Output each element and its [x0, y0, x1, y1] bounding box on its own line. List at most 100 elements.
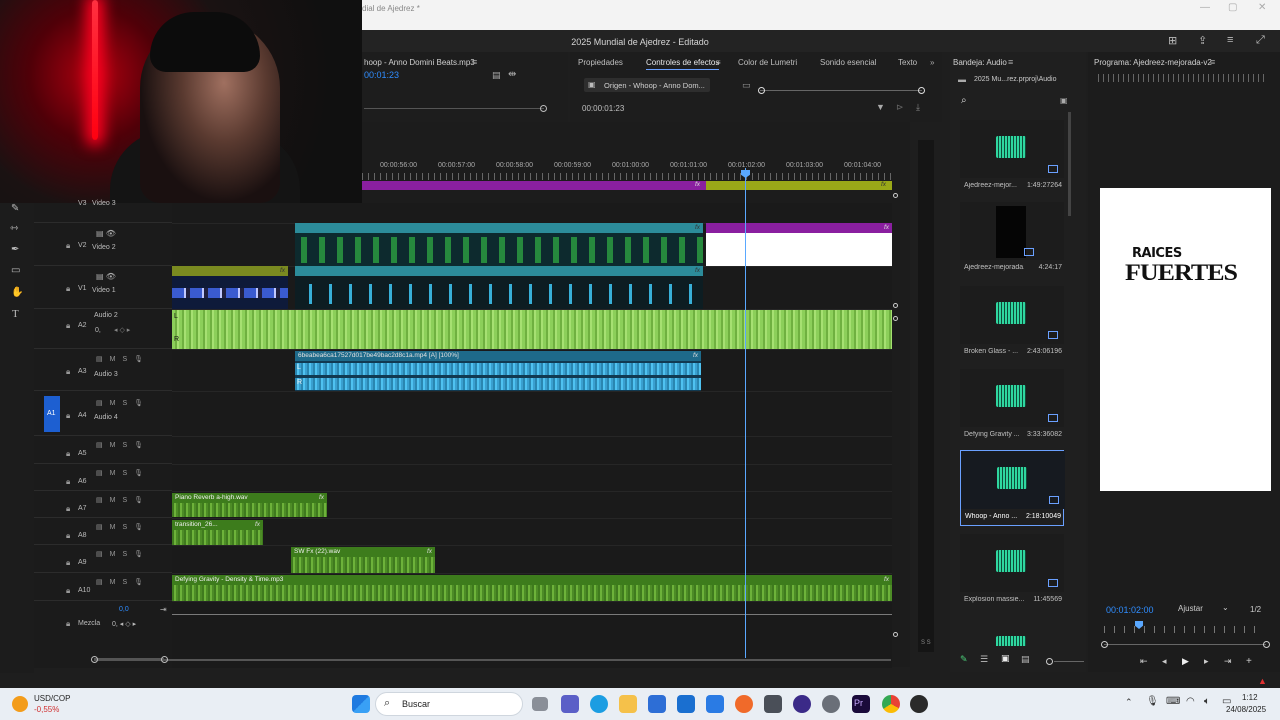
play-only-icon[interactable]: ⊳ — [896, 102, 904, 113]
toggle-icon[interactable]: ▭ — [742, 80, 751, 91]
program-scrub-ticks[interactable] — [1104, 626, 1264, 633]
track-header-a8[interactable]: 🔒︎ A8 ▤MS🎙︎ — [34, 518, 172, 545]
playhead[interactable] — [745, 168, 746, 658]
lock-icon[interactable]: 🔒︎ — [66, 477, 70, 487]
lock-icon[interactable]: 🔒︎ — [66, 504, 70, 514]
rectangle-tool-icon[interactable]: ▭ — [11, 265, 20, 276]
close-icon[interactable]: ✕ — [1258, 2, 1266, 13]
track-header-a7[interactable]: 🔒︎ A7 ▤MS🎙︎ — [34, 491, 172, 518]
zoom-slider-handle[interactable] — [1046, 658, 1053, 665]
razor-tool-icon[interactable]: ✎ — [11, 203, 19, 214]
fit-dropdown[interactable]: Ajustar ⌄ — [1174, 602, 1232, 614]
mute-solo-controls[interactable]: ▤MS🎙︎ — [96, 399, 150, 407]
file-explorer-icon[interactable] — [619, 695, 637, 713]
source-scrollbar[interactable] — [364, 108, 544, 109]
mix-volume[interactable]: 0,0 — [119, 606, 129, 613]
program-menu-icon[interactable]: ≡ — [1210, 57, 1215, 67]
track-volume[interactable]: 0, — [95, 327, 101, 334]
track-header-v2[interactable]: 🔒︎ V2 ▤ 👁︎ Video 2 — [34, 223, 172, 266]
warning-icon[interactable]: ▲ — [1258, 676, 1267, 686]
premiere-icon[interactable]: Pr — [852, 695, 870, 713]
add-button-icon[interactable]: + — [1246, 656, 1252, 667]
track-header-v3[interactable]: V3 Video 3 — [34, 200, 172, 223]
program-zoom-left[interactable] — [1101, 641, 1108, 648]
drag-icon[interactable]: ⇹ — [508, 69, 516, 80]
lock-icon[interactable]: 🔒︎ — [66, 284, 70, 294]
source-patch-a1[interactable]: A1 — [44, 396, 60, 432]
app-icon[interactable] — [793, 695, 811, 713]
insert-icon[interactable]: ▤ — [492, 70, 501, 81]
a9-audio-clip[interactable]: SW Fx (22).wav fx — [291, 547, 435, 573]
mute-solo-controls[interactable]: ▤MS🎙︎ — [96, 578, 150, 586]
mute-solo-controls[interactable]: ▤MS🎙︎ — [96, 496, 150, 504]
media-icon[interactable] — [764, 695, 782, 713]
a7-audio-clip[interactable]: Piano Reverb a-high.wav fx — [172, 493, 327, 517]
tab-sonido-esencial[interactable]: Sonido esencial — [820, 58, 876, 67]
timeline-scrollbar[interactable] — [94, 659, 891, 661]
clock-time[interactable]: 1:12 — [1242, 693, 1258, 702]
bin-item-selected[interactable]: Whoop - Anno ... 2:18:10049 — [960, 450, 1065, 526]
fullscreen-icon[interactable]: ⤢ — [1256, 34, 1265, 47]
freeform-view-icon[interactable]: ▤ — [1021, 654, 1030, 665]
more-tabs-icon[interactable]: » — [930, 58, 934, 67]
lock-icon[interactable]: 🔒︎ — [66, 367, 70, 377]
program-timecode[interactable]: 00:01:02:00 — [1106, 605, 1154, 615]
track-header-a3[interactable]: 🔒︎ A3 ▤MS🎙︎ Audio 3 — [34, 349, 172, 391]
work-area-bar[interactable]: fx — [362, 181, 706, 190]
search-icon[interactable]: ⌕ — [961, 95, 967, 106]
lock-icon[interactable]: 🔒︎ — [66, 321, 70, 331]
chevron-up-icon[interactable]: ⌃ — [1125, 697, 1133, 708]
step-back-icon[interactable]: ◂ — [1162, 656, 1167, 667]
timeline-scroll-handle-right[interactable] — [161, 656, 168, 663]
lock-icon[interactable]: 🔒︎ — [66, 449, 70, 459]
lock-icon[interactable]: 🔒︎ — [66, 558, 70, 568]
track-header-a5[interactable]: 🔒︎ A5 ▤MS🎙︎ — [34, 436, 172, 464]
track-header-v1[interactable]: 🔒︎ V1 ▤ 👁︎ Video 1 — [34, 266, 172, 309]
mute-solo-controls[interactable]: ▤MS🎙︎ — [96, 441, 150, 449]
vscroll-handle[interactable] — [893, 316, 898, 321]
workspace-icon[interactable]: ⊞ — [1168, 34, 1177, 47]
track-header-mix[interactable]: 0,0 ⇥ 🔒︎ Mezcla 0, ◂ ◇ ▸ — [34, 601, 172, 641]
firefox-icon[interactable] — [735, 695, 753, 713]
a3-audio-clip[interactable]: 6beabea6ca17527d017be49bac2d8c1a.mp4 [A]… — [295, 351, 701, 391]
tab-controles-efectos[interactable]: Controles de efectos — [646, 58, 720, 70]
v2-clip-title[interactable]: fx — [706, 223, 892, 266]
program-ruler[interactable] — [1098, 74, 1268, 82]
bin-menu-icon[interactable]: ≡ — [1008, 57, 1013, 67]
program-zoom-bar[interactable] — [1104, 644, 1266, 645]
bin-item-partial[interactable] — [960, 632, 1064, 646]
timeline-tracks[interactable]: fx fx fx fx L R 6beabea6ca17527d017be49b… — [91, 203, 892, 668]
a10-audio-clip[interactable]: Defying Gravity - Density & Time.mp3 fx — [172, 575, 892, 601]
mix-keyframe-nav-icon[interactable]: 0, ◂ ◇ ▸ — [112, 620, 136, 628]
vscroll-handle[interactable] — [893, 303, 898, 308]
a2-audio-clip[interactable]: L R — [172, 310, 892, 349]
step-forward-icon[interactable]: ▸ — [1204, 656, 1209, 667]
taskbar-search[interactable]: ⌕ Buscar — [375, 692, 523, 716]
volume-icon[interactable]: 🔈︎ — [1204, 696, 1210, 707]
vscroll-handle[interactable] — [893, 193, 898, 198]
text-tool-icon[interactable]: T — [12, 308, 19, 320]
teams-icon[interactable] — [561, 695, 579, 713]
lock-icon[interactable]: 🔒︎ — [66, 241, 70, 251]
resolution-select[interactable]: 1/2 — [1250, 605, 1261, 614]
bin-scrollbar[interactable] — [1068, 112, 1071, 216]
tab-menu-icon[interactable]: ≡ — [716, 58, 721, 67]
timeline-scroll-handle-left[interactable] — [91, 656, 98, 663]
lock-icon[interactable]: 🔒︎ — [66, 411, 70, 421]
list-view-icon[interactable]: ☰ — [980, 654, 988, 665]
a8-audio-clip[interactable]: transition_26... fx — [172, 520, 263, 545]
filter-icon[interactable]: ▼ — [876, 102, 885, 112]
mark-out-icon[interactable]: ⇥ — [1224, 656, 1232, 667]
minimize-icon[interactable]: — — [1200, 2, 1210, 13]
v1-clip-a[interactable]: fx — [172, 266, 288, 309]
todo-icon[interactable] — [706, 695, 724, 713]
settings-icon[interactable] — [822, 695, 840, 713]
ticker-name[interactable]: USD/COP — [34, 694, 70, 703]
zoom-slider[interactable] — [1054, 661, 1084, 662]
track-header-a2[interactable]: 🔒︎ A2 Audio 2 0, ◂ ◇ ▸ — [34, 309, 172, 349]
tab-color-lumetri[interactable]: Color de Lumetri — [738, 58, 797, 67]
track-header-a9[interactable]: 🔒︎ A9 ▤MS🎙︎ — [34, 545, 172, 573]
play-icon[interactable]: ▶ — [1182, 656, 1189, 667]
track-header-a10[interactable]: 🔒︎ A10 ▤MS🎙︎ — [34, 573, 172, 601]
mix-end-icon[interactable]: ⇥ — [160, 605, 167, 614]
